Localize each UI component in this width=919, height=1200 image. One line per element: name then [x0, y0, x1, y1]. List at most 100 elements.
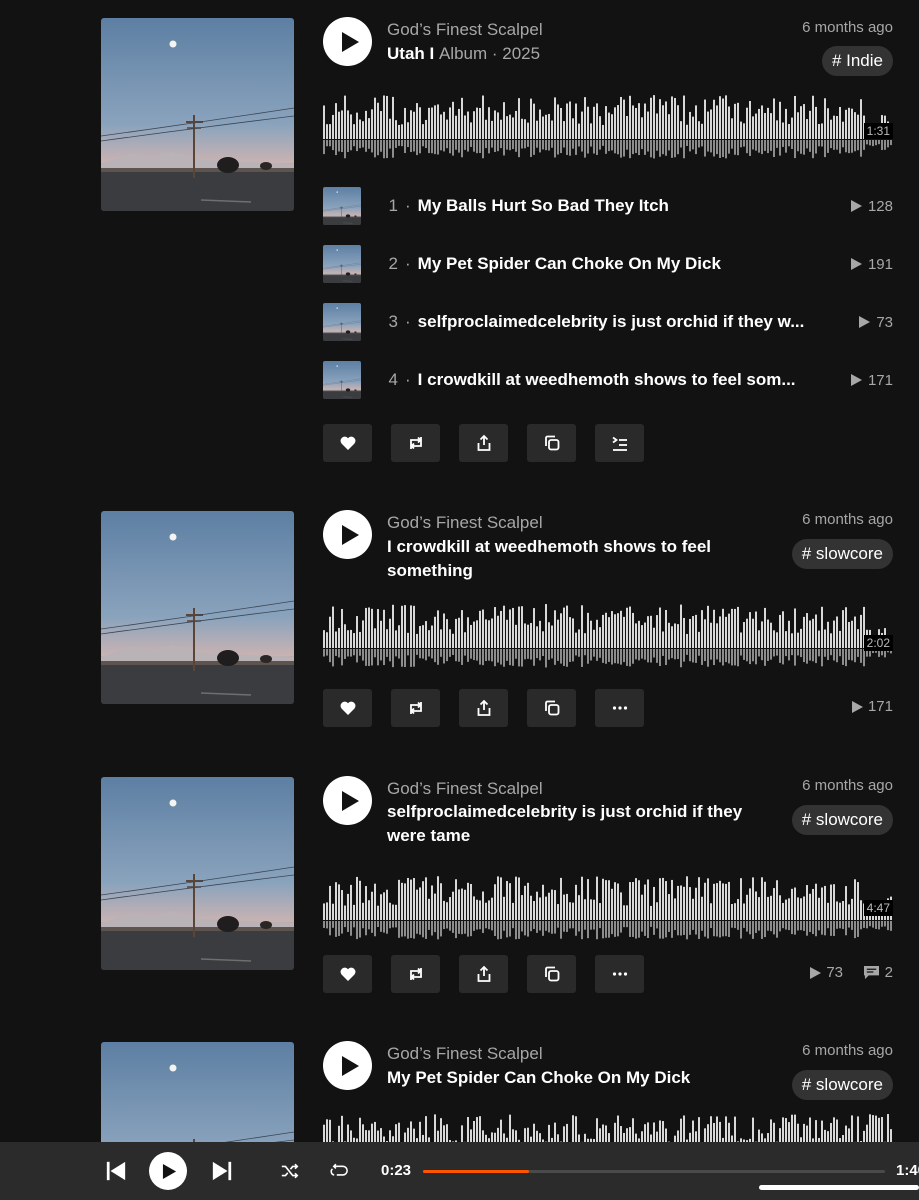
progress-fill: [423, 1170, 530, 1173]
play-count-icon: [810, 966, 822, 979]
next-button[interactable]: [210, 1159, 234, 1183]
waveform[interactable]: [323, 95, 893, 159]
waveform-bars: [323, 1114, 892, 1142]
artist-name[interactable]: God’s Finest Scalpel: [387, 1044, 543, 1064]
album-name[interactable]: Utah I: [387, 44, 434, 63]
repost-icon: [409, 701, 422, 715]
track-title[interactable]: selfproclaimedcelebrity is just orchid i…: [387, 800, 767, 848]
like-button[interactable]: [323, 689, 372, 727]
waveform[interactable]: [323, 876, 893, 940]
album-type-year: Album · 2025: [438, 44, 541, 63]
shuffle-button[interactable]: [279, 1160, 301, 1182]
copy-link-button[interactable]: [527, 689, 576, 727]
repost-button[interactable]: [391, 955, 440, 993]
play-button[interactable]: [323, 17, 372, 66]
duration-label: 2:02: [863, 635, 893, 651]
track-play-count: 128: [850, 197, 893, 215]
track-title[interactable]: My Pet Spider Can Choke On My Dick: [387, 1066, 690, 1090]
waveform[interactable]: [323, 1114, 893, 1142]
artist-name[interactable]: God’s Finest Scalpel: [387, 513, 543, 533]
artist-name[interactable]: God’s Finest Scalpel: [387, 20, 543, 40]
shuffle-icon: [281, 1163, 299, 1179]
action-bar: [323, 689, 644, 727]
action-bar: [323, 424, 644, 462]
track-artwork[interactable]: [101, 777, 294, 970]
home-indicator: [759, 1185, 919, 1190]
track-number: 4: [388, 370, 398, 389]
artist-name[interactable]: God’s Finest Scalpel: [387, 779, 543, 799]
progress-bar[interactable]: [423, 1170, 885, 1173]
track-artwork[interactable]: [101, 511, 294, 704]
like-button[interactable]: [323, 424, 372, 462]
duration-label: 4:47: [863, 900, 893, 916]
track-number: 3: [388, 312, 398, 331]
share-icon: [477, 965, 490, 982]
repeat-button[interactable]: [327, 1160, 349, 1182]
share-button[interactable]: [459, 424, 508, 462]
track-title[interactable]: I crowdkill at weedhemoth shows to feel …: [418, 370, 810, 390]
genre-tag[interactable]: # slowcore: [791, 805, 893, 835]
duration-label: 1:31: [863, 123, 893, 139]
share-icon: [477, 699, 490, 716]
share-icon: [477, 434, 490, 451]
share-button[interactable]: [459, 955, 508, 993]
share-button[interactable]: [459, 689, 508, 727]
play-button[interactable]: [323, 510, 372, 559]
like-button[interactable]: [323, 955, 372, 993]
comment-count-value: 2: [884, 964, 893, 981]
play-pause-button[interactable]: [149, 1152, 187, 1190]
play-count: 73: [810, 964, 843, 981]
track-title[interactable]: My Pet Spider Can Choke On My Dick: [418, 254, 810, 274]
copy-link-button[interactable]: [527, 955, 576, 993]
play-count-icon: [859, 316, 871, 328]
track-row[interactable]: 2 · My Pet Spider Can Choke On My Dick 1…: [323, 245, 893, 283]
track-play-count: 171: [850, 372, 893, 389]
play-button[interactable]: [323, 776, 372, 825]
play-count: 171: [851, 698, 893, 715]
track-row[interactable]: 3 · selfproclaimedcelebrity is just orch…: [323, 303, 893, 341]
more-icon: [612, 706, 627, 710]
playback-bar: 0:23 1:40: [0, 1142, 919, 1200]
previous-button[interactable]: [104, 1159, 128, 1183]
heart-icon: [340, 436, 355, 450]
comment-icon: [863, 965, 879, 980]
play-icon: [162, 1163, 177, 1179]
play-count-value: 73: [826, 964, 843, 981]
comment-count[interactable]: 2: [863, 964, 893, 981]
separator-dot: ·: [405, 196, 411, 215]
track-play-count: 73: [859, 314, 893, 331]
track-artwork[interactable]: [101, 1042, 294, 1142]
waveform[interactable]: [323, 604, 893, 668]
waveform-bars: [323, 95, 892, 159]
play-count-value: 171: [867, 698, 893, 715]
track-title[interactable]: My Balls Hurt So Bad They Itch: [418, 196, 810, 216]
track-row[interactable]: 1 · My Balls Hurt So Bad They Itch 128: [323, 187, 893, 225]
album-title[interactable]: Utah I Album · 2025: [387, 42, 540, 66]
copy-link-button[interactable]: [527, 424, 576, 462]
more-button[interactable]: [595, 689, 644, 727]
track-row[interactable]: 4 · I crowdkill at weedhemoth shows to f…: [323, 361, 893, 399]
track-title[interactable]: selfproclaimedcelebrity is just orchid i…: [418, 312, 810, 332]
track-plays-value: 73: [876, 313, 893, 331]
heart-icon: [340, 701, 355, 715]
post-age: 6 months ago: [802, 1042, 893, 1059]
repost-button[interactable]: [391, 424, 440, 462]
post-age: 6 months ago: [802, 19, 893, 36]
genre-tag[interactable]: # slowcore: [791, 539, 893, 569]
track-thumbnail: [323, 361, 361, 399]
play-button[interactable]: [323, 1041, 372, 1090]
track-title[interactable]: I crowdkill at weedhemoth shows to feel …: [387, 535, 777, 583]
track-plays-value: 128: [867, 197, 893, 215]
waveform-bars: [323, 604, 892, 668]
album-artwork[interactable]: [101, 18, 294, 211]
repost-button[interactable]: [391, 689, 440, 727]
add-to-queue-button[interactable]: [595, 424, 644, 462]
post-age: 6 months ago: [802, 511, 893, 528]
waveform-bars: [323, 876, 892, 940]
previous-icon: [106, 1161, 126, 1181]
genre-tag[interactable]: # Indie: [821, 46, 893, 76]
more-button[interactable]: [595, 955, 644, 993]
play-icon: [341, 1055, 359, 1076]
copy-link-icon: [544, 966, 559, 982]
genre-tag[interactable]: # slowcore: [791, 1070, 893, 1100]
